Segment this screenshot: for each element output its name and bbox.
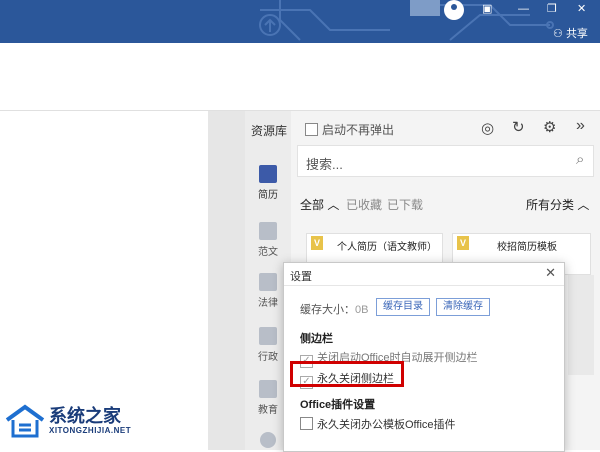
search-icon[interactable]: ⌕	[576, 151, 584, 168]
sidebar-item-label: 行政	[258, 352, 278, 363]
avatar[interactable]	[444, 0, 464, 20]
startup-checkbox-label: 启动不再弹出	[322, 123, 395, 137]
close-plugin-label: 永久关闭办公模板Office插件	[317, 419, 456, 431]
ribbon-display-icon[interactable]: ▣	[482, 2, 492, 16]
sidebar-item-label: 简历	[258, 190, 278, 201]
filter-categories-label: 所有分类	[526, 198, 575, 212]
resource-library-title: 资源库	[251, 124, 288, 138]
template-title: 校招简历模板	[497, 242, 557, 253]
search-box[interactable]: 搜索... ⌕	[297, 145, 594, 177]
filter-collected[interactable]: 已收藏	[346, 196, 382, 213]
vip-badge: V	[311, 236, 323, 250]
gear-icon[interactable]: ⚙	[543, 118, 556, 136]
admin-icon	[259, 327, 277, 345]
person-icon: ⚇	[553, 28, 563, 40]
filter-all[interactable]: 全部 ︿	[300, 196, 339, 213]
share-label: 共享	[565, 28, 588, 40]
sidebar-item-resume[interactable]: 简历	[245, 165, 291, 201]
share-button[interactable]: ⚇ 共享	[553, 25, 588, 41]
education-icon	[259, 380, 277, 398]
essay-icon	[259, 222, 277, 240]
vip-badge: V	[457, 236, 469, 250]
filter-categories[interactable]: 所有分类 ︿	[526, 196, 589, 213]
cache-size-value: 0B	[355, 304, 369, 316]
sidebar-item-label: 教育	[258, 405, 278, 416]
template-thumbnail[interactable]	[568, 275, 594, 375]
divider	[284, 285, 564, 286]
chevron-up-icon: ︿	[577, 198, 590, 212]
startup-option[interactable]: 启动不再弹出	[305, 121, 394, 138]
law-icon	[259, 273, 277, 291]
sidebar-section-title: 侧边栏	[300, 333, 333, 345]
sidebar-item-label: 范文	[258, 247, 278, 258]
plugin-section-title: Office插件设置	[300, 399, 376, 411]
search-input[interactable]: 搜索...	[306, 154, 343, 173]
filter-downloaded[interactable]: 已下载	[387, 196, 423, 213]
watermark-url: XITONGZHIJIA.NET	[49, 426, 132, 435]
settings-dialog: 设置 ✕ 缓存大小：0B 缓存目录 清除缓存 侧边栏 关闭启动Office时自动…	[283, 262, 565, 452]
cache-size-row: 缓存大小：0B	[300, 301, 368, 317]
dialog-title: 设置	[290, 271, 312, 283]
watermark-brand: 系统之家	[49, 406, 121, 426]
title-bar: ▣ — ❐ ✕ ⚇ 共享	[0, 0, 600, 43]
close-icon[interactable]: ✕	[545, 265, 556, 281]
sidebar-item-label: 法律	[258, 298, 278, 309]
user-icon[interactable]: ◎	[481, 119, 494, 137]
cache-size-label: 缓存大小：	[300, 304, 355, 316]
ribbon	[0, 43, 600, 111]
resume-icon	[259, 165, 277, 183]
sidebar-item-essay[interactable]: 范文	[245, 222, 291, 258]
minimize-icon[interactable]: —	[518, 2, 529, 16]
refresh-icon[interactable]: ↻	[512, 118, 525, 136]
restore-icon[interactable]: ❐	[547, 2, 557, 16]
account-area	[410, 0, 440, 16]
startup-checkbox[interactable]	[305, 123, 318, 136]
house-logo-icon	[5, 404, 45, 438]
collapse-panel-icon[interactable]: »	[576, 117, 585, 135]
close-plugin-option[interactable]: 永久关闭办公模板Office插件	[300, 416, 456, 432]
chevron-up-icon: ︿	[327, 198, 340, 212]
clear-cache-button[interactable]: 清除缓存	[436, 298, 490, 316]
cache-directory-button[interactable]: 缓存目录	[376, 298, 430, 316]
template-title: 个人简历（语文教师）	[337, 242, 437, 253]
close-icon[interactable]: ✕	[577, 2, 586, 16]
watermark: 系统之家 XITONGZHIJIA.NET	[5, 400, 165, 450]
close-plugin-checkbox[interactable]	[300, 417, 313, 430]
filter-all-label: 全部	[300, 198, 325, 212]
highlight-box	[290, 361, 404, 387]
more-icon[interactable]	[260, 432, 276, 448]
